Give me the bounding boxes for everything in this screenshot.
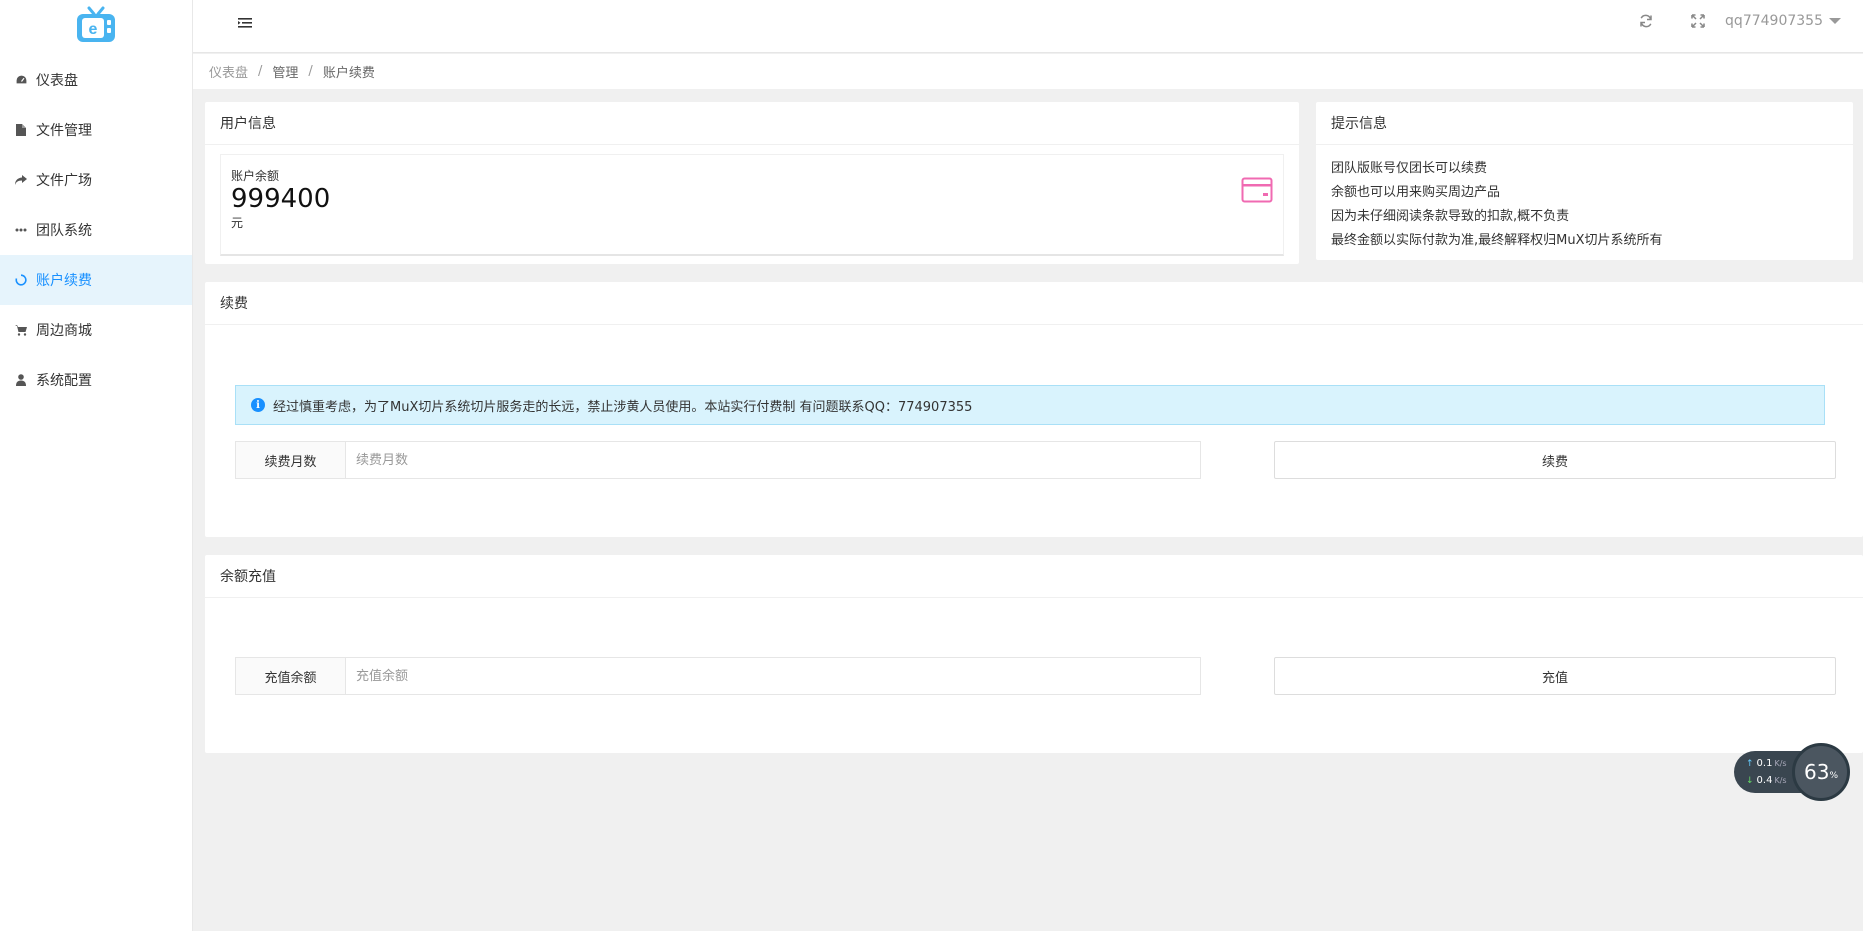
- recharge-card: 余额充值 充值余额 充值: [205, 555, 1863, 753]
- speed-unit: K/s: [1774, 759, 1787, 768]
- recharge-button[interactable]: 充值: [1274, 657, 1836, 695]
- renew-card: 续费 i 经过慎重考虑，为了MuX切片系统切片服务走的长远，禁止涉黄人员使用。本…: [205, 282, 1863, 537]
- sidebar-item-settings[interactable]: 系统配置: [0, 355, 192, 405]
- credit-card-icon: [1241, 177, 1273, 207]
- breadcrumb-separator: /: [308, 64, 313, 79]
- tip-line: 最终金额以实际付款为准,最终解释权归MuX切片系统所有: [1331, 233, 1663, 248]
- balance-label: 账户余额: [231, 169, 280, 183]
- recharge-amount-group: 充值余额: [235, 657, 1201, 695]
- tips-card: 提示信息 团队版账号仅团长可以续费 余额也可以用来购买周边产品 因为未仔细阅读条…: [1316, 102, 1853, 260]
- info-icon: i: [251, 398, 265, 412]
- sidebar-item-label: 账户续费: [36, 273, 92, 289]
- breadcrumb-item-dashboard[interactable]: 仪表盘: [209, 62, 248, 81]
- upload-speed: 0.1: [1756, 758, 1773, 769]
- sidebar-item-files[interactable]: 文件管理: [0, 105, 192, 155]
- breadcrumb-separator: /: [258, 64, 263, 79]
- renew-months-group: 续费月数: [235, 441, 1201, 479]
- sidebar-item-shop[interactable]: 周边商城: [0, 305, 192, 355]
- sidebar-item-team[interactable]: 团队系统: [0, 205, 192, 255]
- notice-text: 经过慎重考虑，为了MuX切片系统切片服务走的长远，禁止涉黄人员使用。本站实行付费…: [273, 399, 973, 415]
- percent-sign: %: [1829, 771, 1838, 781]
- recharge-amount-input[interactable]: [346, 658, 1200, 694]
- app-logo[interactable]: e: [0, 0, 192, 50]
- cart-icon: [13, 322, 29, 338]
- tips-list: 团队版账号仅团长可以续费 余额也可以用来购买周边产品 因为未仔细阅读条款导致的扣…: [1316, 145, 1853, 265]
- file-icon: [13, 122, 29, 138]
- ellipsis-icon: [13, 222, 29, 238]
- sidebar-item-label: 周边商城: [36, 323, 92, 339]
- svg-text:e: e: [89, 21, 98, 38]
- sidebar: e 仪表盘 文件管理 文件广场 团队系统 账户续费 周边商城 系统配置: [0, 0, 193, 931]
- sidebar-item-label: 文件广场: [36, 173, 92, 189]
- renew-title: 续费: [205, 282, 1863, 325]
- chevron-down-icon: [1829, 18, 1841, 24]
- username: qq774907355: [1725, 13, 1823, 29]
- user-info-title: 用户信息: [205, 102, 1299, 145]
- renew-notice: i 经过慎重考虑，为了MuX切片系统切片服务走的长远，禁止涉黄人员使用。本站实行…: [235, 385, 1825, 425]
- tv-logo-icon: e: [77, 6, 115, 42]
- loading-circle-icon: [13, 272, 29, 288]
- user-info-card: 用户信息 账户余额 999400 元: [205, 102, 1299, 264]
- refresh-icon[interactable]: [1639, 14, 1655, 30]
- fullscreen-icon[interactable]: [1691, 14, 1707, 30]
- renew-button[interactable]: 续费: [1274, 441, 1836, 479]
- tip-line: 因为未仔细阅读条款导致的扣款,概不负责: [1331, 209, 1570, 224]
- breadcrumb: 仪表盘 / 管理 / 账户续费: [193, 54, 1863, 89]
- sidebar-item-label: 文件管理: [36, 123, 92, 139]
- arrow-down-icon: ↓: [1746, 775, 1754, 786]
- sidebar-item-label: 仪表盘: [36, 73, 78, 89]
- balance-unit: 元: [231, 216, 244, 230]
- sidebar-item-renewal[interactable]: 账户续费: [0, 255, 192, 305]
- speed-unit: K/s: [1774, 776, 1787, 785]
- tips-title: 提示信息: [1316, 102, 1853, 145]
- tip-line: 余额也可以用来购买周边产品: [1331, 185, 1501, 200]
- recharge-amount-label: 充值余额: [236, 658, 346, 694]
- memory-usage-circle: 63%: [1792, 743, 1850, 801]
- user-icon: [13, 372, 29, 388]
- menu-toggle-icon[interactable]: [237, 15, 253, 31]
- sidebar-item-label: 团队系统: [36, 223, 92, 239]
- renew-months-input[interactable]: [346, 442, 1200, 478]
- balance-panel: 账户余额 999400 元: [220, 154, 1284, 256]
- network-speed-widget[interactable]: ↑ 0.1 K/s ↓ 0.4 K/s 63%: [1734, 743, 1852, 801]
- top-header: qq774907355: [193, 0, 1863, 53]
- breadcrumb-item-manage[interactable]: 管理: [272, 62, 298, 81]
- usage-percent: 63: [1803, 760, 1830, 784]
- user-menu[interactable]: qq774907355: [1725, 13, 1841, 29]
- download-speed: 0.4: [1756, 775, 1773, 786]
- renew-months-label: 续费月数: [236, 442, 346, 478]
- arrow-up-icon: ↑: [1746, 758, 1754, 769]
- dashboard-icon: [13, 72, 29, 88]
- balance-value: 999400: [231, 184, 331, 214]
- tip-line: 团队版账号仅团长可以续费: [1331, 161, 1488, 176]
- sidebar-item-file-square[interactable]: 文件广场: [0, 155, 192, 205]
- share-icon: [13, 172, 29, 188]
- recharge-title: 余额充值: [205, 555, 1863, 598]
- breadcrumb-item-current: 账户续费: [322, 66, 375, 81]
- sidebar-item-label: 系统配置: [36, 373, 92, 389]
- sidebar-item-dashboard[interactable]: 仪表盘: [0, 55, 192, 105]
